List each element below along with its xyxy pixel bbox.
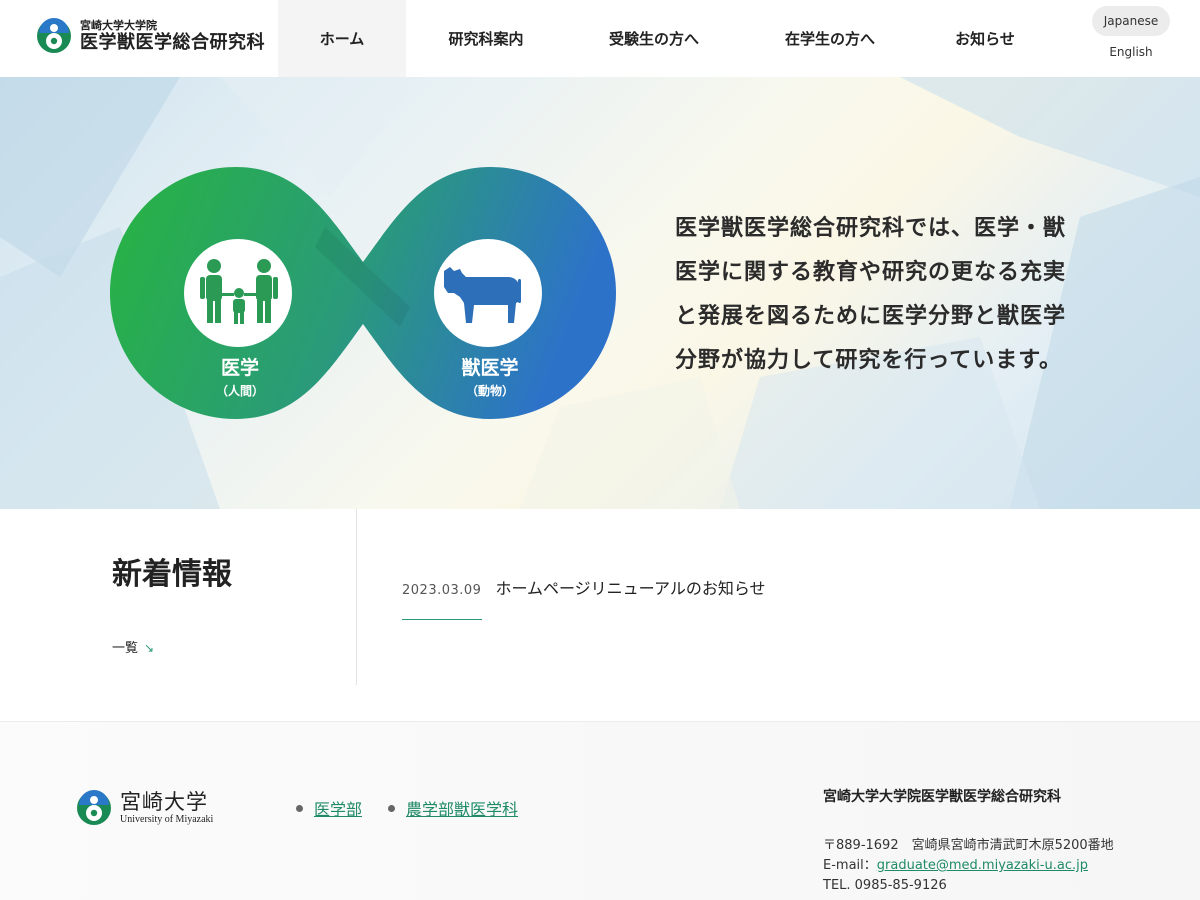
footer-university-logo[interactable]: 宮崎大学 University of Miyazaki: [76, 790, 213, 826]
footer-links: 医学部 農学部獣医学科: [296, 796, 544, 820]
hero-line: と発展を図るために医学分野と獣医学: [675, 304, 1067, 329]
hero-line: 分野が協力して研究を行っています。: [675, 348, 1063, 373]
lang-japanese-button[interactable]: Japanese: [1092, 6, 1170, 36]
footer-org-name: 宮崎大学大学院医学獣医学総合研究科: [823, 789, 1061, 805]
footer-link-item: 医学部: [296, 796, 362, 820]
news-heading-block: 新着情報 一覧 ↘: [112, 549, 232, 656]
news-item-title[interactable]: ホームページリニューアルのお知らせ: [495, 575, 765, 599]
bullet-icon: [296, 804, 303, 812]
news-date: 2023.03.09: [402, 583, 482, 598]
hero-banner: 医学 （人間） 獣医学 （動物） 医学獣医学総合研究科では、医学・獣 医学に関す…: [0, 77, 1200, 509]
hero-right-label: 獣医学: [461, 357, 519, 379]
divider: [356, 509, 357, 685]
footer-logo-english: University of Miyazaki: [120, 814, 214, 825]
footer-link-veterinary[interactable]: 農学部獣医学科: [406, 796, 518, 820]
nav-applicants[interactable]: 受験生の方へ: [566, 0, 742, 77]
arrow-down-right-icon: ↘: [144, 641, 155, 655]
footer-email-label: E-mail：: [823, 858, 877, 873]
hero-label-veterinary: 獣医学 （動物）: [440, 353, 540, 399]
news-all-label: 一覧: [112, 641, 139, 656]
hero-line: 医学獣医学総合研究科では、医学・獣: [675, 216, 1067, 241]
nav-news[interactable]: お知らせ: [918, 0, 1052, 77]
footer-logo-title: 宮崎大学: [120, 790, 208, 814]
site-footer: 宮崎大学 University of Miyazaki 医学部 農学部獣医学科 …: [0, 721, 1200, 900]
hero-right-sub: （動物）: [465, 384, 514, 398]
news-section: 新着情報 一覧 ↘ 2023.03.09 ホームページリニューアルのお知らせ: [0, 509, 1200, 721]
footer-link-item: 農学部獣医学科: [388, 796, 518, 820]
news-all-link[interactable]: 一覧 ↘: [112, 637, 154, 656]
university-emblem-icon: [77, 790, 111, 825]
hero-left-label: 医学: [220, 357, 259, 379]
site-header: 宮崎大学大学院 医学獣医学総合研究科 ホーム 研究科案内 受験生の方へ 在学生の…: [0, 0, 1200, 77]
site-logo[interactable]: 宮崎大学大学院 医学獣医学総合研究科: [36, 18, 265, 54]
language-switcher: Japanese English: [1092, 6, 1170, 59]
footer-contact: 宮崎大学大学院医学獣医学総合研究科 〒889-1692 宮崎県宮崎市清武町木原5…: [823, 786, 1114, 893]
lang-english-link[interactable]: English: [1092, 45, 1170, 59]
footer-email-row: E-mail：graduate@med.miyazaki-u.ac.jp: [823, 856, 1183, 876]
family-icon: [200, 259, 278, 324]
news-underline: [402, 619, 482, 620]
hero-line: 医学に関する教育や研究の更なる充実: [675, 260, 1067, 285]
nav-research-guide[interactable]: 研究科案内: [406, 0, 566, 77]
footer-address-block: 〒889-1692 宮崎県宮崎市清武町木原5200番地 E-mail：gradu…: [823, 836, 1183, 896]
hero-label-medicine: 医学 （人間）: [190, 353, 290, 399]
university-emblem-icon: [37, 18, 71, 53]
bullet-icon: [388, 804, 396, 812]
nav-current-students[interactable]: 在学生の方へ: [742, 0, 918, 77]
footer-link-medicine[interactable]: 医学部: [314, 796, 362, 820]
hero-left-sub: （人間）: [215, 384, 264, 398]
footer-email-link[interactable]: graduate@med.miyazaki-u.ac.jp: [877, 858, 1088, 873]
logo-subtitle: 宮崎大学大学院: [80, 18, 157, 32]
infinity-logo: [110, 167, 616, 419]
nav-home[interactable]: ホーム: [278, 0, 406, 77]
cow-icon: [444, 267, 521, 323]
footer-tel: TEL. 0985-85-9126: [823, 878, 947, 893]
footer-address: 〒889-1692 宮崎県宮崎市清武町木原5200番地: [823, 838, 1114, 853]
main-nav: ホーム 研究科案内 受験生の方へ 在学生の方へ お知らせ: [278, 0, 1052, 77]
news-list-item[interactable]: 2023.03.09 ホームページリニューアルのお知らせ: [402, 575, 766, 599]
hero-description: 医学獣医学総合研究科では、医学・獣 医学に関する教育や研究の更なる充実 と発展を…: [675, 207, 1095, 383]
logo-title: 医学獣医学総合研究科: [80, 31, 265, 53]
news-title: 新着情報: [112, 557, 232, 592]
